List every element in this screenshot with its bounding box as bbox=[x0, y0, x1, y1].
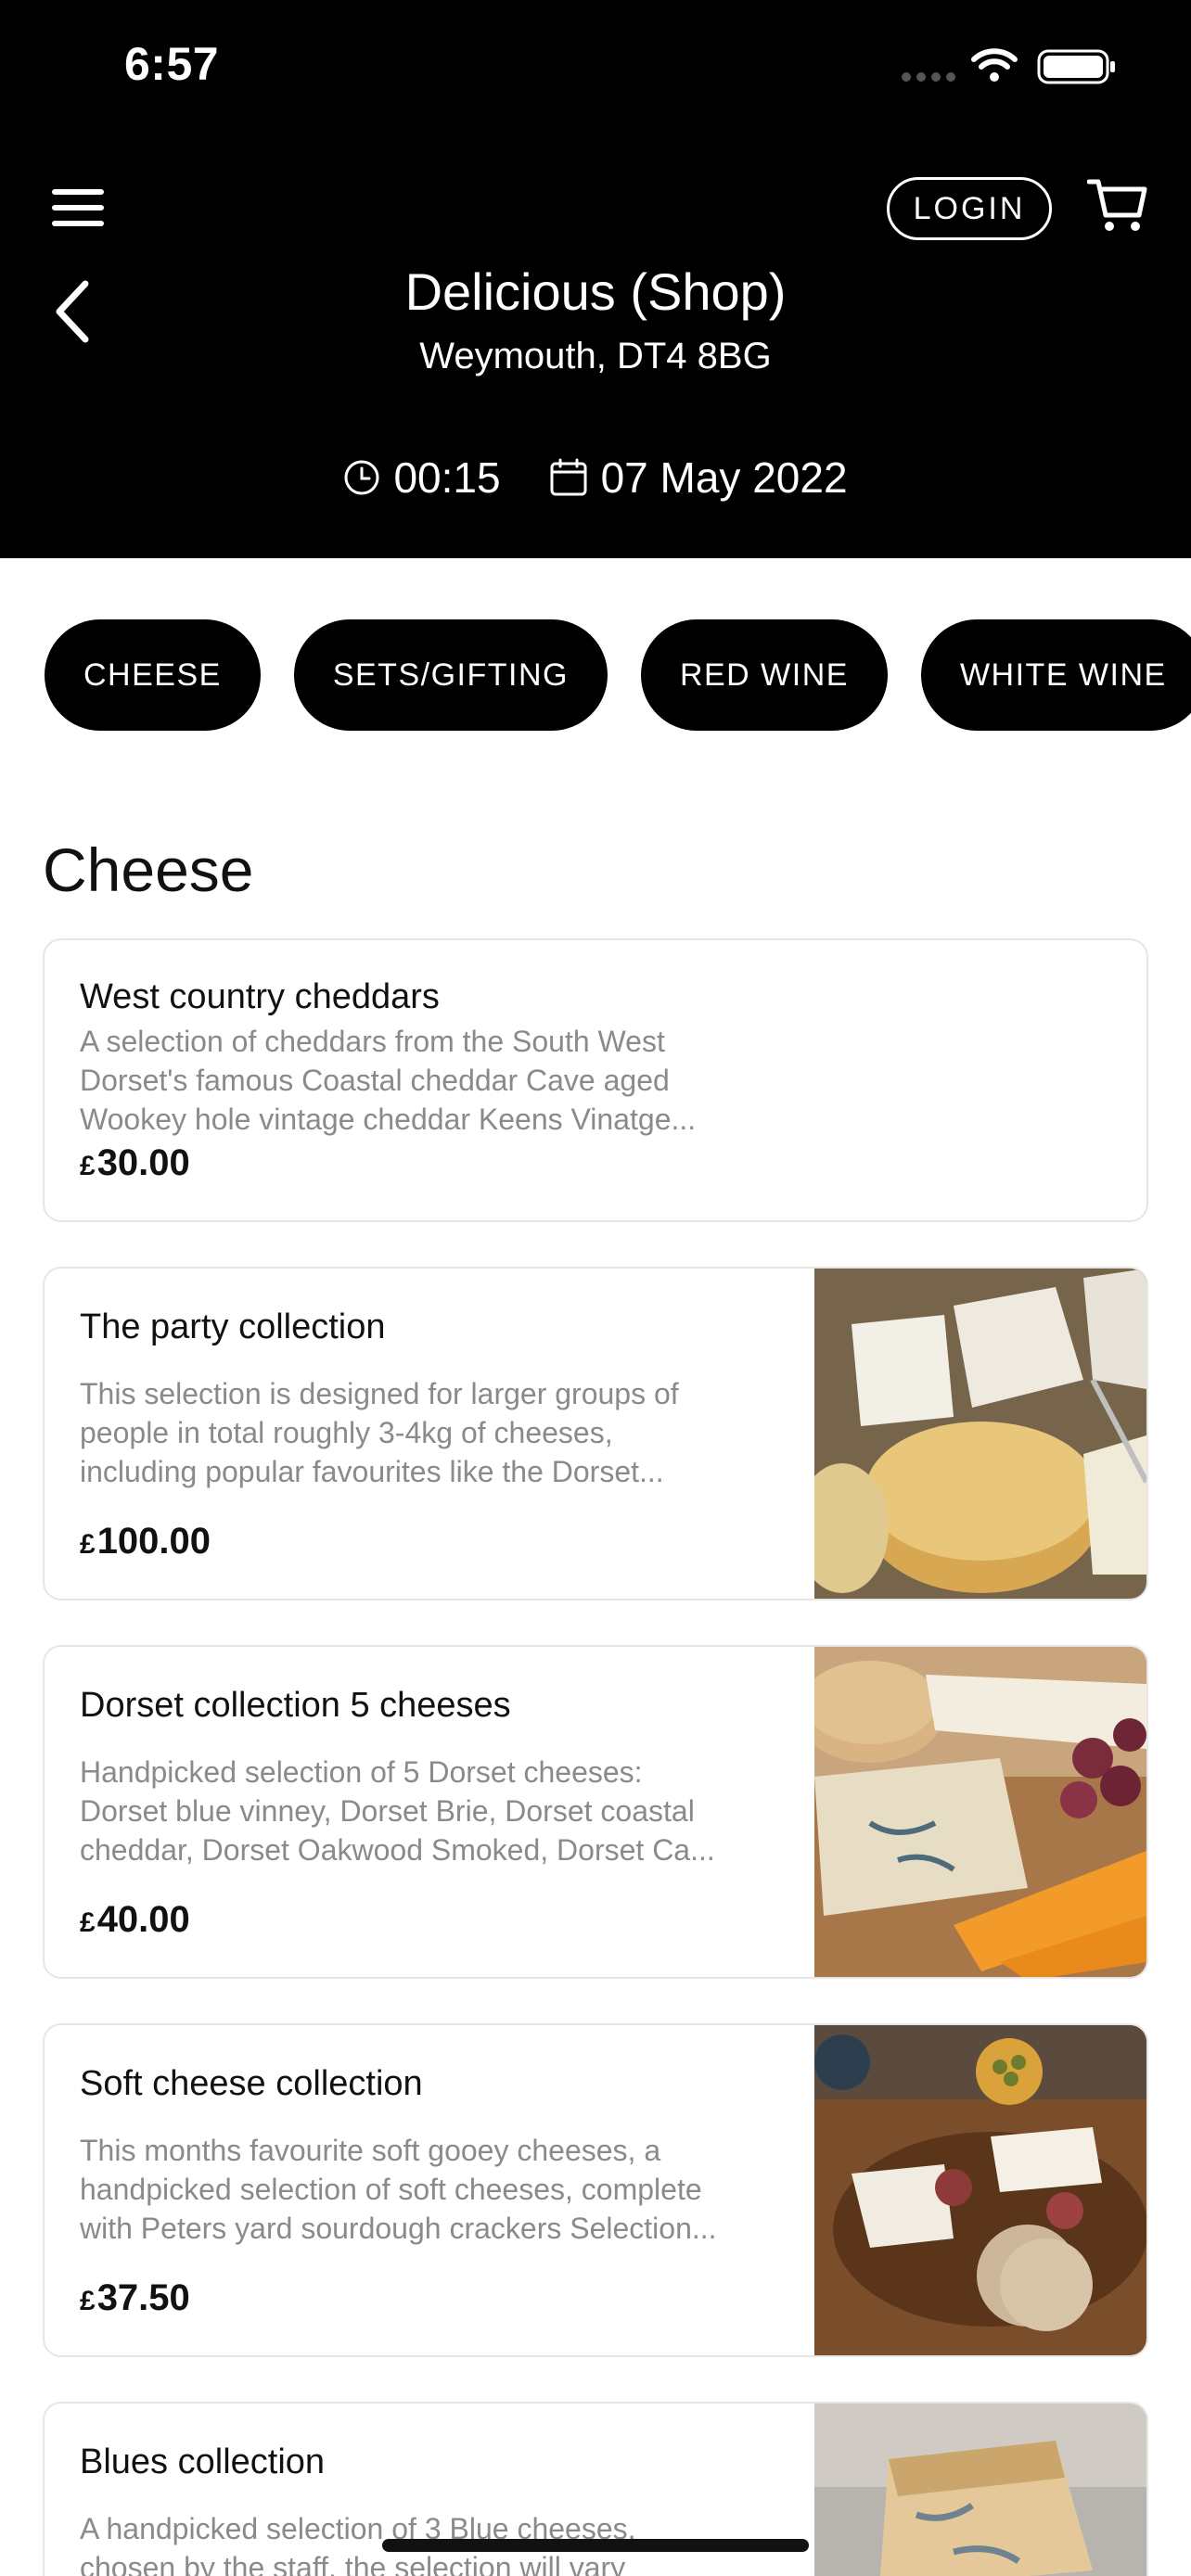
product-name: West country cheddars bbox=[80, 977, 440, 1016]
shop-title: Delicious (Shop) bbox=[404, 262, 787, 321]
product-card[interactable]: The party collection This selection is d… bbox=[43, 1267, 1148, 1600]
clock-icon bbox=[344, 460, 379, 495]
calendar-icon bbox=[550, 458, 587, 496]
product-image bbox=[814, 2404, 1146, 2576]
product-name: The party collection bbox=[80, 1307, 386, 1346]
category-tabs: CHEESE SETS/GIFTING RED WINE WHITE WINE bbox=[45, 619, 1191, 731]
login-button[interactable]: LOGIN bbox=[887, 177, 1052, 240]
collection-date[interactable]: 07 May 2022 bbox=[549, 453, 848, 503]
collection-schedule[interactable]: 00:15 07 May 2022 bbox=[0, 453, 1191, 503]
tab-sets-gifting[interactable]: SETS/GIFTING bbox=[293, 619, 608, 731]
hamburger-menu-icon[interactable] bbox=[52, 189, 104, 226]
product-description: A selection of cheddars from the South W… bbox=[80, 1025, 697, 1136]
home-indicator[interactable] bbox=[382, 2539, 809, 2552]
product-price: £40.00 bbox=[80, 1899, 190, 1940]
status-time: 6:57 bbox=[124, 38, 220, 90]
product-name: Soft cheese collection bbox=[80, 2064, 423, 2103]
product-name: Blues collection bbox=[80, 2442, 326, 2481]
product-price: £100.00 bbox=[80, 1521, 211, 1562]
battery-icon bbox=[1037, 49, 1115, 84]
tab-red-wine[interactable]: RED WINE bbox=[640, 619, 888, 731]
product-name: Dorset collection 5 cheeses bbox=[80, 1686, 511, 1725]
product-card[interactable]: Soft cheese collection This months favou… bbox=[43, 2023, 1148, 2357]
product-description: This selection is designed for larger gr… bbox=[80, 1377, 679, 1488]
product-card[interactable]: Dorset collection 5 cheeses Handpicked s… bbox=[43, 1645, 1148, 1979]
product-image bbox=[814, 1269, 1146, 1599]
tab-cheese[interactable]: CHEESE bbox=[45, 619, 261, 731]
section-title: Cheese bbox=[43, 835, 254, 904]
product-image bbox=[814, 1647, 1146, 1977]
collection-time-value: 00:15 bbox=[393, 453, 501, 502]
shop-location: Weymouth, DT4 8BG bbox=[419, 336, 772, 376]
product-description: Handpicked selection of 5 Dorset cheeses… bbox=[80, 1755, 715, 1867]
shopping-cart-icon[interactable] bbox=[1087, 176, 1148, 234]
product-card[interactable]: West country cheddars A selection of che… bbox=[43, 938, 1148, 1222]
wifi-icon bbox=[971, 48, 1018, 82]
collection-time[interactable]: 00:15 bbox=[343, 453, 501, 503]
product-price: £30.00 bbox=[80, 1142, 190, 1183]
product-image bbox=[814, 2025, 1146, 2355]
cellular-signal-icon bbox=[902, 72, 955, 82]
product-price: £37.50 bbox=[80, 2277, 190, 2318]
shop-header: 6:57 LOGIN Delicious (Shop) Weymouth, DT… bbox=[0, 0, 1191, 558]
collection-date-value: 07 May 2022 bbox=[600, 453, 848, 502]
tab-white-wine[interactable]: WHITE WINE bbox=[920, 619, 1191, 731]
product-description: This months favourite soft gooey cheeses… bbox=[80, 2134, 717, 2245]
